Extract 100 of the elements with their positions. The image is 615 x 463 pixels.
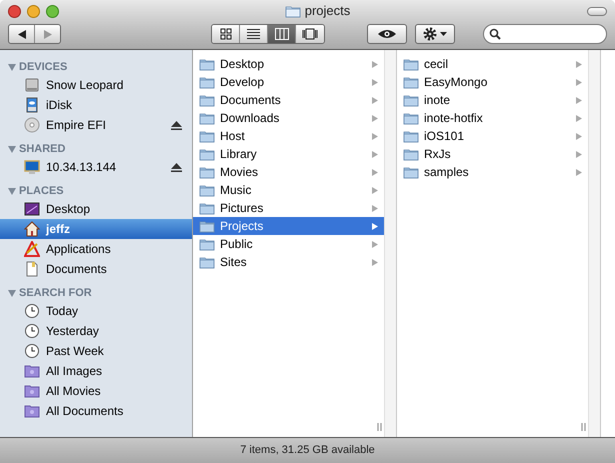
smart-folder-icon bbox=[24, 383, 40, 399]
disclosure-arrow-icon bbox=[576, 114, 582, 122]
folder-icon bbox=[403, 76, 419, 88]
column-item[interactable]: Projects bbox=[193, 217, 384, 235]
column-item[interactable]: Music bbox=[193, 181, 384, 199]
sidebar-item[interactable]: Desktop bbox=[0, 199, 192, 219]
sidebar-item[interactable]: Today bbox=[0, 301, 192, 321]
disclosure-arrow-icon bbox=[372, 240, 378, 248]
desktop-icon bbox=[24, 201, 40, 217]
column-item[interactable]: Pictures bbox=[193, 199, 384, 217]
folder-icon bbox=[199, 148, 215, 160]
folder-icon bbox=[403, 94, 419, 106]
disclosure-arrow-icon bbox=[576, 168, 582, 176]
view-mode-button[interactable] bbox=[268, 25, 296, 43]
icon-view-icon bbox=[220, 28, 232, 40]
eject-icon[interactable] bbox=[171, 162, 182, 172]
toolbar-toggle-button[interactable] bbox=[587, 6, 607, 16]
search-field[interactable] bbox=[483, 24, 607, 44]
folder-icon bbox=[199, 256, 215, 268]
clock-icon bbox=[24, 343, 40, 359]
folder-icon bbox=[199, 238, 215, 250]
sidebar-item[interactable]: Yesterday bbox=[0, 321, 192, 341]
list-view-icon bbox=[247, 28, 260, 40]
sidebar-item[interactable]: Documents bbox=[0, 259, 192, 279]
smart-folder-icon bbox=[24, 363, 40, 379]
view-mode-button[interactable] bbox=[296, 25, 324, 43]
view-mode-control[interactable] bbox=[211, 24, 325, 44]
action-menu-button[interactable] bbox=[415, 24, 455, 44]
disclosure-triangle-icon bbox=[8, 146, 16, 152]
folder-icon bbox=[199, 112, 215, 124]
folder-icon bbox=[199, 184, 215, 196]
column-item[interactable]: inote-hotfix bbox=[397, 109, 588, 127]
sidebar-item[interactable]: iDisk bbox=[0, 95, 192, 115]
column-item[interactable]: Movies bbox=[193, 163, 384, 181]
sidebar-item[interactable]: Empire EFI bbox=[0, 115, 192, 135]
column-item[interactable]: Library bbox=[193, 145, 384, 163]
column-item[interactable]: samples bbox=[397, 163, 588, 181]
eject-icon[interactable] bbox=[171, 120, 182, 130]
section-header: PLACES bbox=[19, 184, 64, 199]
disclosure-arrow-icon bbox=[372, 96, 378, 104]
disclosure-arrow-icon bbox=[372, 60, 378, 68]
clock-icon bbox=[24, 303, 40, 319]
folder-icon bbox=[199, 220, 215, 232]
search-icon bbox=[489, 28, 501, 40]
sidebar-item[interactable]: All Movies bbox=[0, 381, 192, 401]
clock-icon bbox=[24, 323, 40, 339]
disc-icon bbox=[24, 117, 40, 133]
disclosure-arrow-icon bbox=[576, 150, 582, 158]
close-button[interactable] bbox=[8, 4, 21, 18]
disclosure-arrow-icon bbox=[372, 168, 378, 176]
column-item[interactable]: Desktop bbox=[193, 55, 384, 73]
eye-icon bbox=[378, 29, 396, 39]
column-resize-handle-icon[interactable] bbox=[581, 423, 586, 431]
folder-icon bbox=[284, 4, 301, 18]
disclosure-triangle-icon bbox=[8, 188, 16, 194]
folder-icon bbox=[199, 94, 215, 106]
column-item[interactable]: Host bbox=[193, 127, 384, 145]
gear-icon bbox=[423, 27, 437, 41]
column-item[interactable]: EasyMongo bbox=[397, 73, 588, 91]
column-item[interactable]: iOS101 bbox=[397, 127, 588, 145]
disclosure-triangle-icon bbox=[8, 64, 16, 70]
column-item[interactable]: RxJs bbox=[397, 145, 588, 163]
window-title: projects bbox=[304, 2, 350, 20]
quick-look-button[interactable] bbox=[367, 24, 407, 44]
disclosure-arrow-icon bbox=[576, 132, 582, 140]
zoom-button[interactable] bbox=[46, 4, 59, 18]
folder-icon bbox=[199, 58, 215, 70]
forward-arrow-icon bbox=[44, 30, 52, 38]
section-header: SHARED bbox=[19, 142, 66, 157]
sidebar-item[interactable]: All Documents bbox=[0, 401, 192, 421]
disclosure-arrow-icon bbox=[372, 258, 378, 266]
column-item[interactable]: Downloads bbox=[193, 109, 384, 127]
column-item[interactable]: inote bbox=[397, 91, 588, 109]
cover-flow-icon bbox=[302, 28, 318, 40]
sidebar-item[interactable]: Past Week bbox=[0, 341, 192, 361]
column-resize-handle-icon[interactable] bbox=[377, 423, 382, 431]
sidebar-item[interactable]: All Images bbox=[0, 361, 192, 381]
column-item[interactable]: Sites bbox=[193, 253, 384, 271]
disclosure-arrow-icon bbox=[372, 132, 378, 140]
document-icon bbox=[24, 261, 40, 277]
view-mode-button[interactable] bbox=[240, 25, 268, 43]
column-item[interactable]: Documents bbox=[193, 91, 384, 109]
caret-icon bbox=[440, 32, 447, 36]
minimize-button[interactable] bbox=[27, 4, 40, 18]
applications-icon bbox=[24, 241, 40, 257]
disclosure-arrow-icon bbox=[372, 186, 378, 194]
sidebar-item[interactable]: Snow Leopard bbox=[0, 75, 192, 95]
folder-icon bbox=[199, 166, 215, 178]
sidebar-item[interactable]: 10.34.13.144 bbox=[0, 157, 192, 177]
sidebar-item[interactable]: jeffz bbox=[0, 219, 192, 239]
column-item[interactable]: Develop bbox=[193, 73, 384, 91]
smart-folder-icon bbox=[24, 403, 40, 419]
column-item[interactable]: Public bbox=[193, 235, 384, 253]
view-mode-button[interactable] bbox=[212, 25, 240, 43]
folder-icon bbox=[403, 148, 419, 160]
column-item[interactable]: cecil bbox=[397, 55, 588, 73]
folder-icon bbox=[403, 58, 419, 70]
disclosure-arrow-icon bbox=[576, 78, 582, 86]
sidebar-item[interactable]: Applications bbox=[0, 239, 192, 259]
disclosure-arrow-icon bbox=[372, 150, 378, 158]
